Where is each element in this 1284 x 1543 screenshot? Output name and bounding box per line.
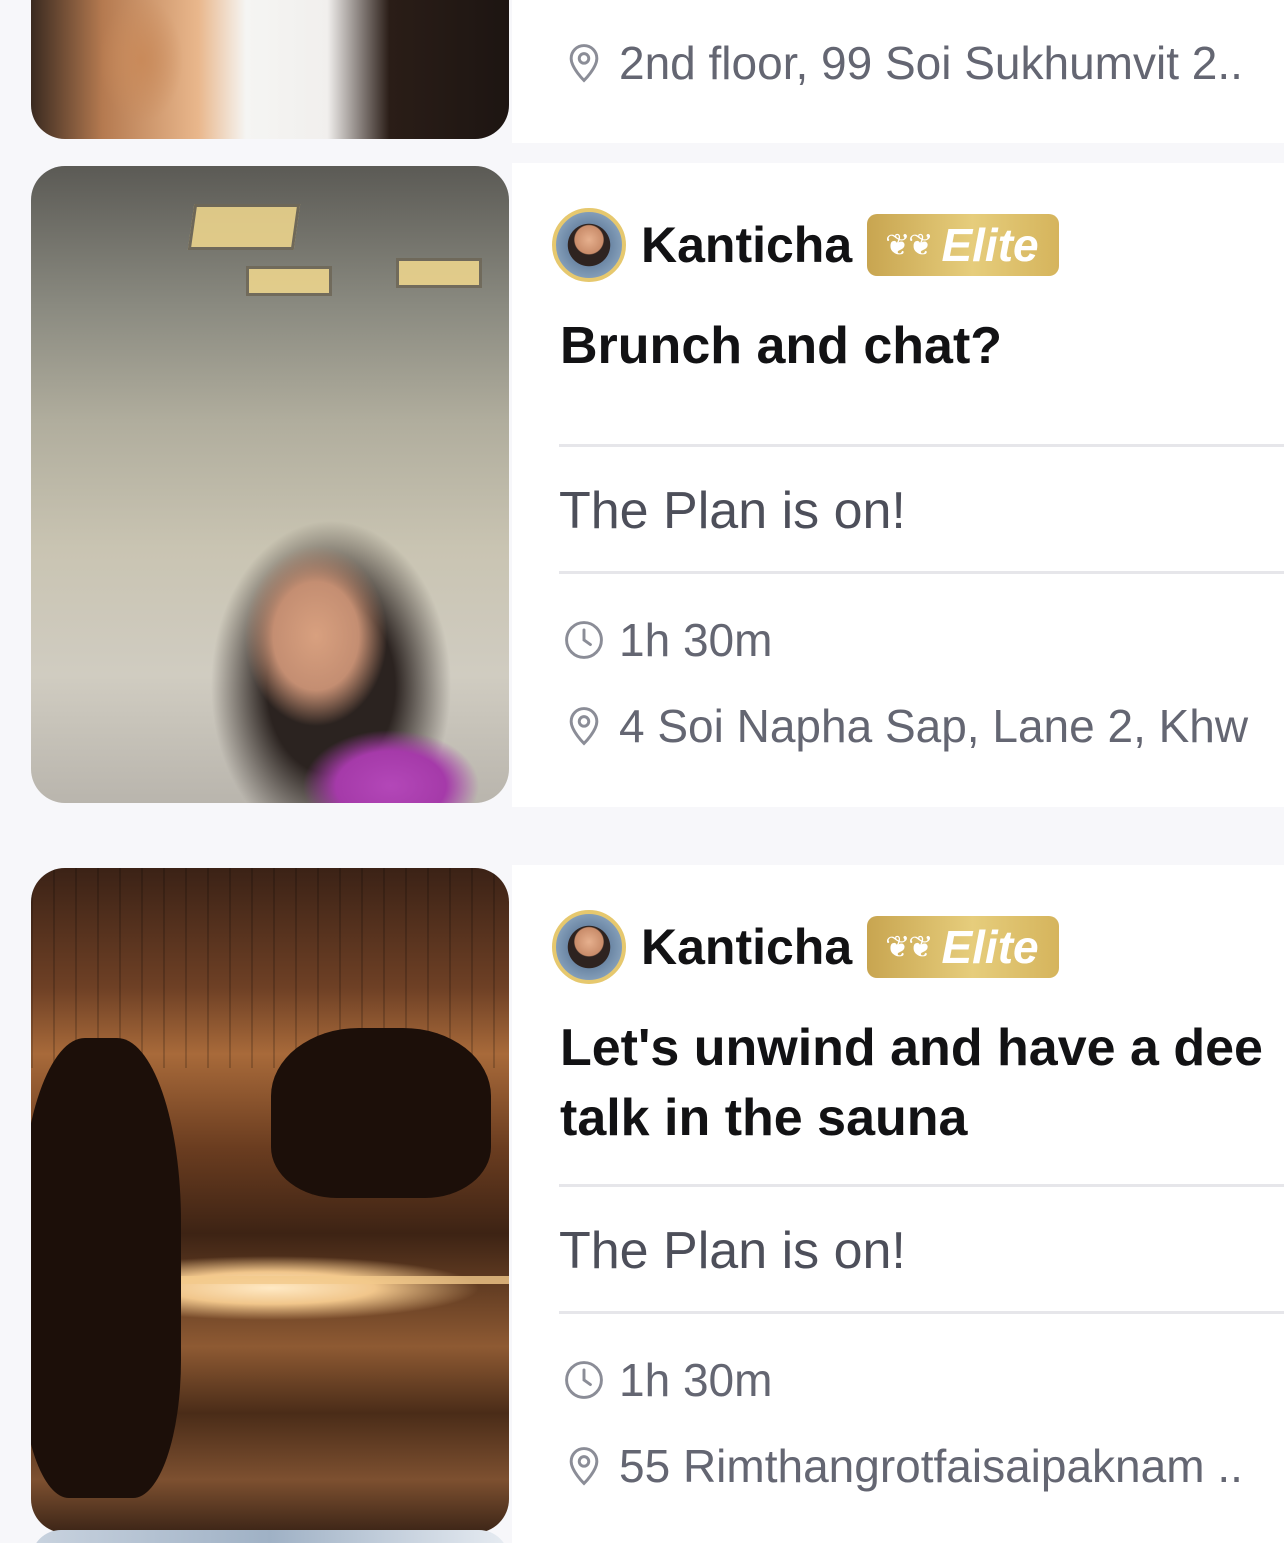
laurel-icon: ❦❦ — [885, 228, 933, 262]
clock-icon — [562, 618, 606, 662]
host-row[interactable]: Kanticha ❦❦ Elite — [552, 208, 1059, 282]
location-pin-icon — [562, 1444, 606, 1488]
plan-status: The Plan is on! — [559, 482, 906, 540]
divider — [559, 1184, 1284, 1187]
divider — [559, 571, 1284, 574]
plan-status: The Plan is on! — [559, 1222, 906, 1280]
address-text: 4 Soi Napha Sap, Lane 2, Khw — [619, 700, 1249, 752]
location-pin-icon — [562, 704, 606, 748]
ceiling-light — [246, 266, 332, 296]
plan-photo[interactable] — [31, 868, 509, 1533]
person-silhouette — [271, 1028, 491, 1198]
duration-text: 1h 30m — [619, 614, 773, 666]
badge-label: Elite — [941, 219, 1039, 271]
ceiling-light — [187, 204, 301, 250]
avatar[interactable] — [552, 208, 626, 282]
plans-feed: 2nd floor, 99 Soi Sukhumvit 2.. Kanticha… — [0, 0, 1284, 1543]
host-row[interactable]: Kanticha ❦❦ Elite — [552, 910, 1059, 984]
plan-card-body[interactable]: Kanticha ❦❦ Elite Let's unwind and have … — [512, 865, 1284, 1543]
plan-photo[interactable] — [31, 1530, 509, 1543]
ceiling-light — [396, 258, 482, 288]
avatar[interactable] — [552, 910, 626, 984]
host-name[interactable]: Kanticha — [641, 918, 852, 976]
plan-duration: 1h 30m — [562, 1353, 1284, 1407]
laurel-icon: ❦❦ — [885, 930, 933, 964]
badge-label: Elite — [941, 921, 1039, 973]
elite-badge: ❦❦ Elite — [867, 916, 1059, 978]
divider — [559, 1311, 1284, 1314]
location-pin-icon — [562, 41, 606, 85]
plan-duration: 1h 30m — [562, 613, 1284, 667]
plan-card-body[interactable]: 2nd floor, 99 Soi Sukhumvit 2.. — [512, 0, 1284, 143]
address-text: 55 Rimthangrotfaisaipaknam .. — [619, 1440, 1243, 1492]
plan-address: 55 Rimthangrotfaisaipaknam .. — [562, 1439, 1284, 1493]
address-text: 2nd floor, 99 Soi Sukhumvit 2.. — [619, 37, 1243, 89]
host-name[interactable]: Kanticha — [641, 216, 852, 274]
plan-card-body[interactable]: Kanticha ❦❦ Elite Brunch and chat? The P… — [512, 163, 1284, 807]
plan-photo[interactable] — [31, 0, 509, 139]
plan-address: 4 Soi Napha Sap, Lane 2, Khw — [562, 699, 1284, 753]
person-silhouette — [31, 1038, 181, 1498]
plan-title: Let's unwind and have a dee talk in the … — [560, 1019, 1263, 1147]
divider — [559, 444, 1284, 447]
plan-address: 2nd floor, 99 Soi Sukhumvit 2.. — [562, 36, 1284, 90]
plan-title: Brunch and chat? — [560, 317, 1003, 375]
clock-icon — [562, 1358, 606, 1402]
elite-badge: ❦❦ Elite — [867, 214, 1059, 276]
plan-photo[interactable] — [31, 166, 509, 803]
duration-text: 1h 30m — [619, 1354, 773, 1406]
